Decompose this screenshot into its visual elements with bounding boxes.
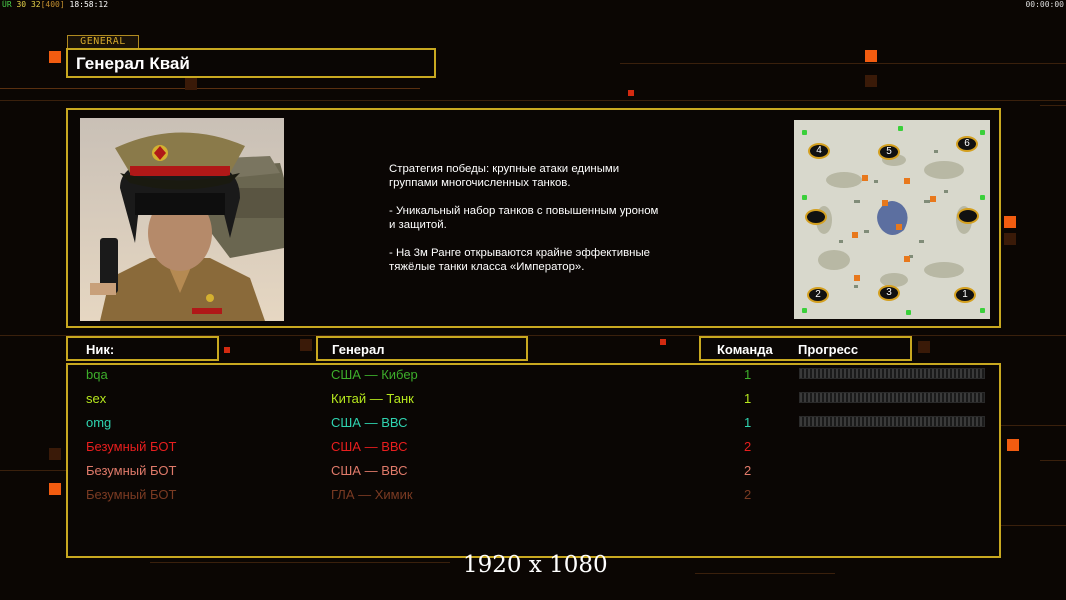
header-team-progress: Команда Прогресс [699, 336, 912, 361]
fps-label: ÜR [2, 0, 12, 9]
ms-value: 32 [30, 0, 41, 9]
header-progress-label: Прогресс [798, 342, 859, 357]
deco-square [1004, 233, 1016, 245]
player-row: Безумный БОТ США — ВВС 2 [0, 437, 1066, 461]
clock: 18:58:12 [69, 0, 109, 9]
player-general: США — ВВС [331, 415, 408, 430]
deco-square [628, 90, 634, 96]
player-nick: omg [86, 415, 112, 430]
loading-progress-bar [799, 416, 985, 427]
description-line: - На 3м Ранге открываются крайне эффекти… [389, 247, 650, 273]
deco-square [224, 347, 230, 353]
fps-counter: ÜR 30 32[400] 18:58:12 [2, 0, 108, 9]
player-general: Китай — Танк [331, 391, 414, 406]
oil-marker [896, 224, 902, 230]
oil-marker [852, 232, 858, 238]
player-nick: Безумный БОТ [86, 463, 177, 478]
oil-marker [904, 178, 910, 184]
loading-progress-bar [799, 368, 985, 379]
general-tag: GENERAL [67, 35, 139, 49]
deco-square [660, 339, 666, 345]
oil-marker [930, 196, 936, 202]
header-nick: Ник: [66, 336, 219, 361]
player-team: 1 [744, 367, 752, 382]
supply-marker [980, 130, 985, 135]
start-position-1[interactable]: 1 [954, 287, 976, 303]
deco-square [918, 341, 930, 353]
general-portrait [80, 118, 284, 321]
header-team-label: Команда [717, 342, 773, 357]
start-position-2[interactable]: 2 [807, 287, 829, 303]
supply-marker [802, 130, 807, 135]
oil-marker [854, 275, 860, 281]
header-nick-label: Ник: [86, 342, 115, 357]
supply-marker [980, 195, 985, 200]
header-general: Генерал [316, 336, 528, 361]
player-row: omg США — ВВС 1 [0, 413, 1066, 437]
player-general: США — Кибер [331, 367, 418, 382]
start-position-4[interactable]: 4 [808, 143, 830, 159]
player-nick: Безумный БОТ [86, 487, 177, 502]
deco-square [1004, 216, 1016, 228]
deco-square [185, 78, 197, 90]
start-position-6[interactable]: 6 [956, 136, 978, 152]
resolution-label: 1920 x 1080 [463, 552, 608, 578]
player-team: 2 [744, 439, 752, 454]
player-general: США — ВВС [331, 463, 408, 478]
supply-marker [802, 195, 807, 200]
deco-square [865, 75, 877, 87]
player-team: 2 [744, 463, 752, 478]
deco-square [300, 339, 312, 351]
start-position-right[interactable] [957, 208, 979, 224]
player-general: США — ВВС [331, 439, 408, 454]
player-row: Безумный БОТ ГЛА — Химик 2 [0, 485, 1066, 509]
description-line: Стратегия победы: крупные атаки едиными … [389, 163, 620, 189]
supply-marker [906, 310, 911, 315]
start-position-left[interactable] [805, 209, 827, 225]
start-position-3[interactable]: 3 [878, 285, 900, 301]
ms-max: [400] [40, 0, 65, 9]
deco-square [865, 50, 877, 62]
player-nick: bqa [86, 367, 108, 382]
oil-marker [882, 200, 888, 206]
fps-value: 30 [16, 0, 27, 9]
supply-marker [802, 308, 807, 313]
oil-marker [862, 175, 868, 181]
oil-marker [904, 256, 910, 262]
supply-marker [898, 126, 903, 131]
player-general: ГЛА — Химик [331, 487, 413, 502]
deco-square [49, 51, 61, 63]
loading-progress-bar [799, 392, 985, 403]
player-team: 1 [744, 415, 752, 430]
player-nick: sex [86, 391, 107, 406]
player-row: Безумный БОТ США — ВВС 2 [0, 461, 1066, 485]
description-line: - Уникальный набор танков с повышенным у… [389, 205, 659, 231]
supply-marker [980, 308, 985, 313]
player-nick: Безумный БОТ [86, 439, 177, 454]
player-row: bqa США — Кибер 1 [0, 365, 1066, 389]
general-title-box: Генерал Квай [66, 48, 436, 78]
player-row: sex Китай — Танк 1 [0, 389, 1066, 413]
header-general-label: Генерал [332, 342, 385, 357]
game-timer: 00:00:00 [1025, 0, 1064, 9]
start-position-5[interactable]: 5 [878, 144, 900, 160]
player-team: 2 [744, 487, 752, 502]
minimap[interactable]: 4 5 6 2 3 1 [794, 120, 990, 319]
general-name: Генерал Квай [76, 54, 190, 73]
general-description: Стратегия победы: крупные атаки едиными … [389, 162, 719, 288]
player-team: 1 [744, 391, 752, 406]
